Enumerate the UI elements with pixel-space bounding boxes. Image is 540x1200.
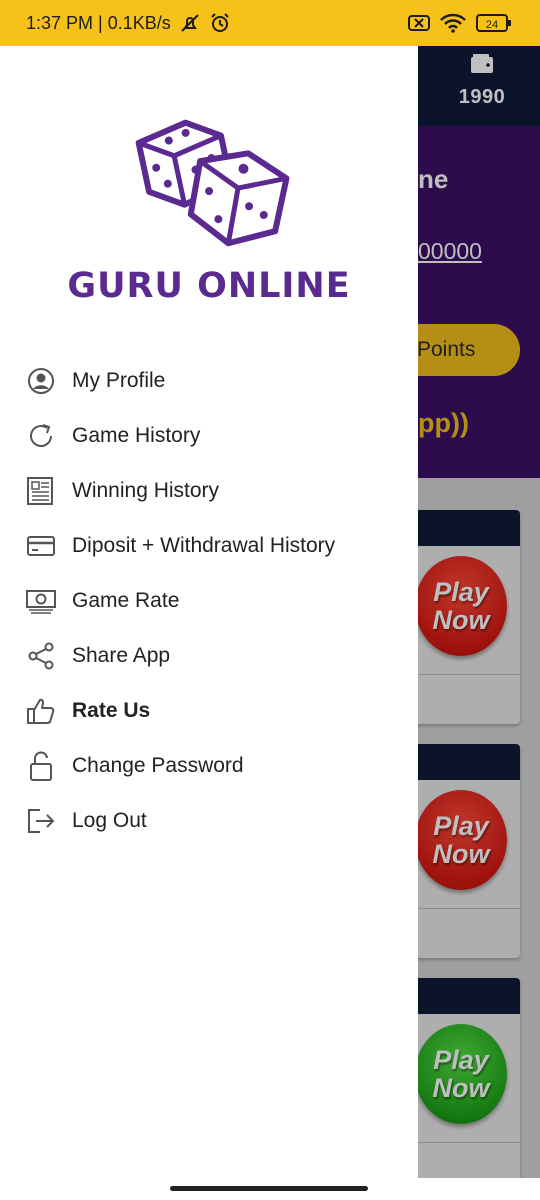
menu-label: Game Rate <box>72 588 180 612</box>
refresh-icon <box>25 420 57 452</box>
gesture-bar <box>0 1178 540 1200</box>
newspaper-icon <box>25 475 57 507</box>
thumbs-up-icon <box>25 695 57 727</box>
profile-icon <box>25 365 57 397</box>
menu-label: My Profile <box>72 368 166 392</box>
drawer-menu: My Profile Game History Winning History … <box>0 353 418 848</box>
navigation-drawer: GURU ONLINE My Profile Game History Winn… <box>0 46 418 1178</box>
menu-label: Game History <box>72 423 201 447</box>
menu-label: Winning History <box>72 478 220 502</box>
logo: GURU ONLINE <box>0 106 418 306</box>
menu-item-game-history[interactable]: Game History <box>0 408 418 463</box>
menu-item-share-app[interactable]: Share App <box>0 628 418 683</box>
brand-name: GURU ONLINE <box>67 266 351 306</box>
logout-icon <box>25 805 57 837</box>
status-bar: 1:37 PM | 0.1KB/s 24 <box>0 0 540 46</box>
menu-item-winning-history[interactable]: Winning History <box>0 463 418 518</box>
menu-item-log-out[interactable]: Log Out <box>0 793 418 848</box>
menu-item-deposit-withdrawal-history[interactable]: Diposit + Withdrawal History <box>0 518 418 573</box>
menu-label: Change Password <box>72 753 244 777</box>
home-handle[interactable] <box>170 1186 368 1191</box>
sim-off-icon <box>408 14 430 32</box>
alarm-icon <box>209 12 231 34</box>
menu-item-game-rate[interactable]: Game Rate <box>0 573 418 628</box>
wifi-icon <box>440 13 466 33</box>
money-icon <box>25 585 57 617</box>
battery-icon: 24 <box>476 13 512 33</box>
dice-icon <box>135 119 290 247</box>
menu-label: Share App <box>72 643 171 667</box>
card-icon <box>25 530 57 562</box>
menu-label: Rate Us <box>72 698 151 722</box>
menu-label: Log Out <box>72 808 147 832</box>
unlock-icon <box>25 750 57 782</box>
silent-icon <box>179 13 201 33</box>
menu-item-my-profile[interactable]: My Profile <box>0 353 418 408</box>
status-time: 1:37 PM | 0.1KB/s <box>26 12 171 33</box>
menu-item-change-password[interactable]: Change Password <box>0 738 418 793</box>
menu-label: Diposit + Withdrawal History <box>72 533 336 557</box>
share-icon <box>25 640 57 672</box>
battery-level: 24 <box>486 19 498 31</box>
menu-item-rate-us[interactable]: Rate Us <box>0 683 418 738</box>
